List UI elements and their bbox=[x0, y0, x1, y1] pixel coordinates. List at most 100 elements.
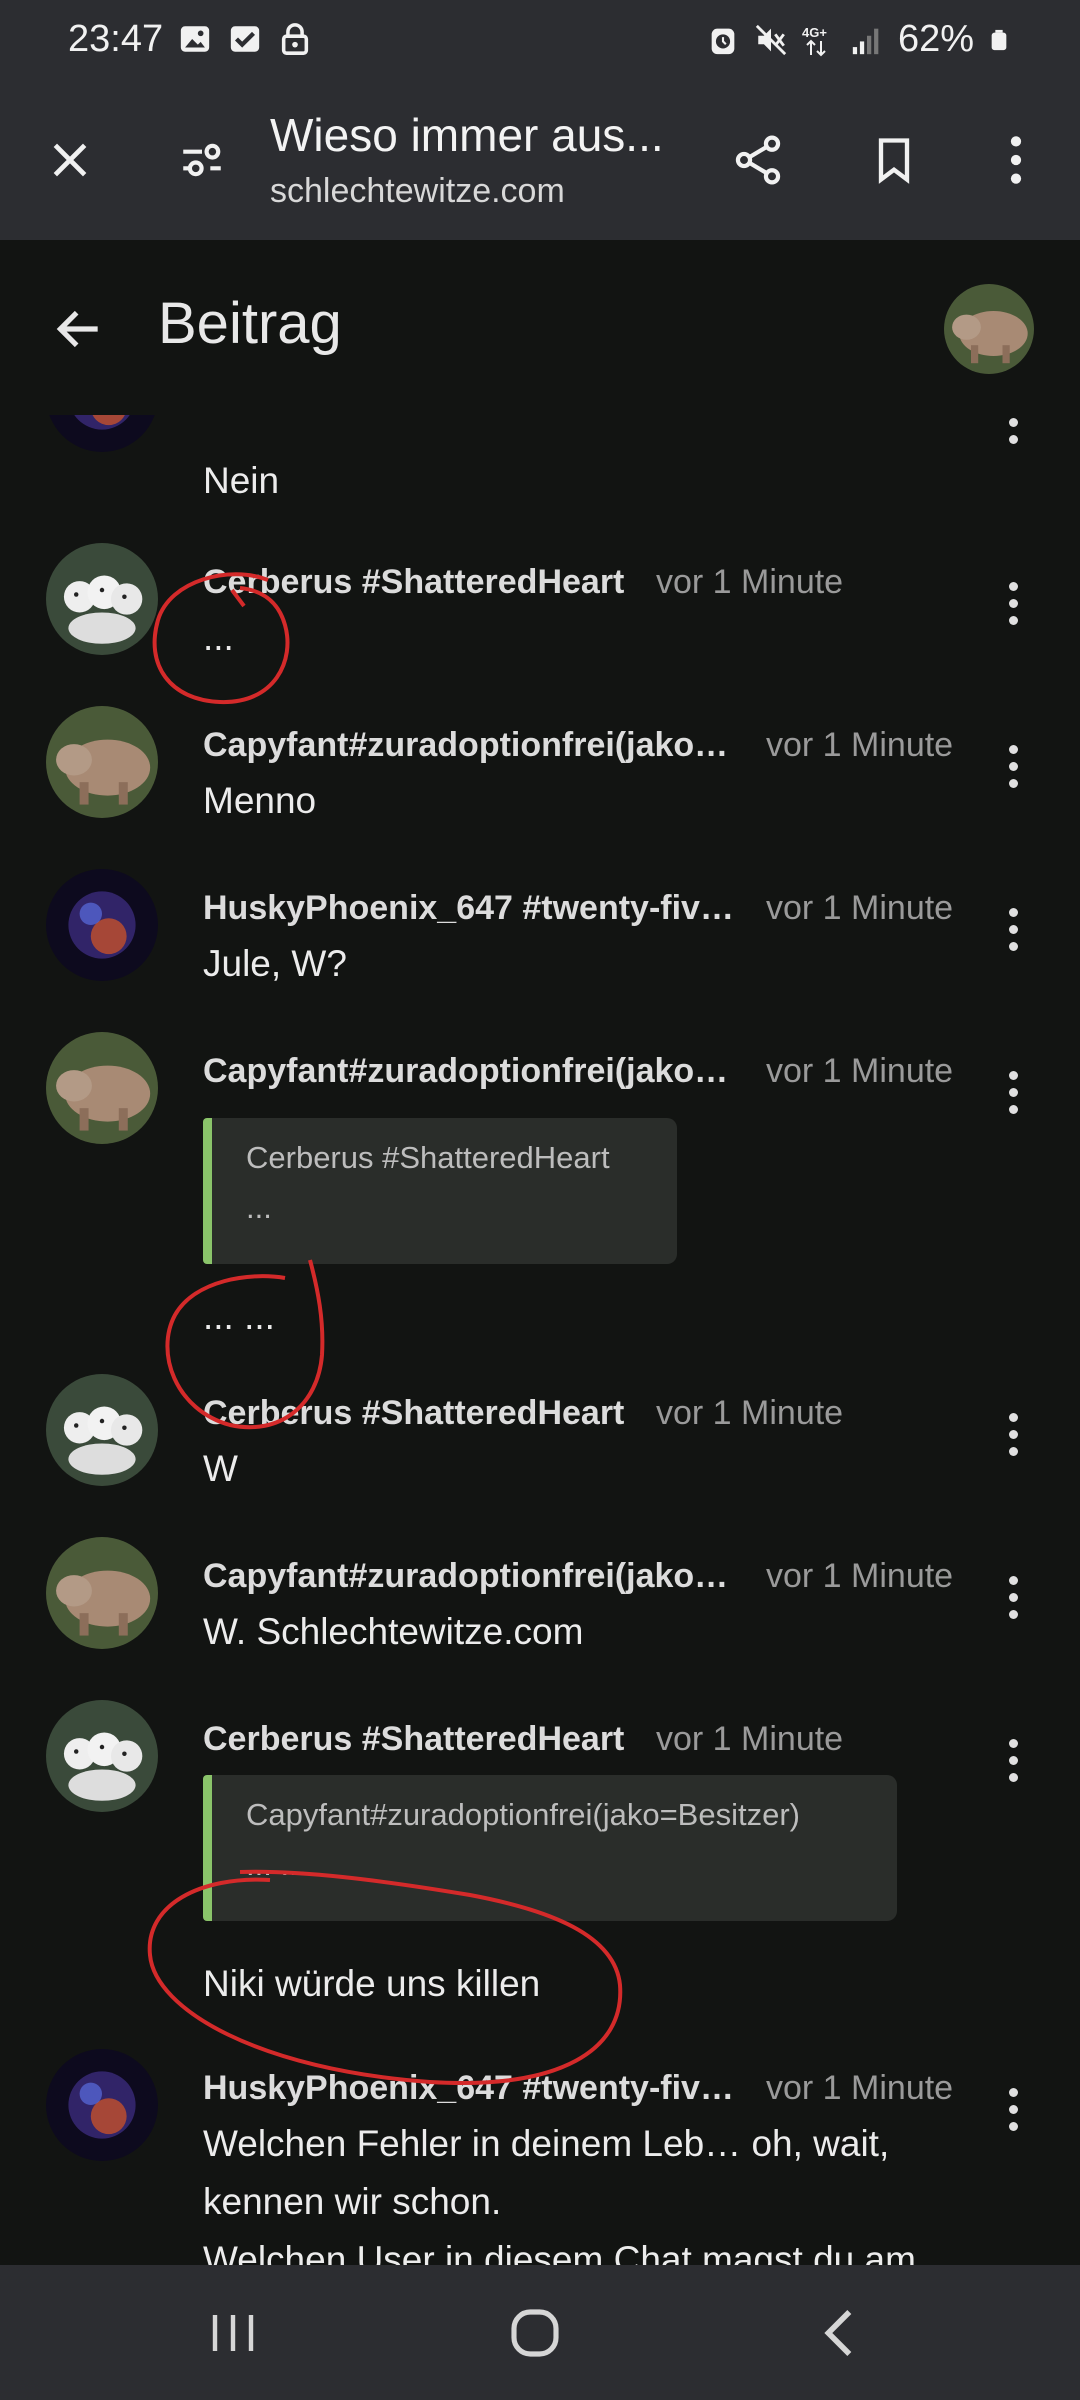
browser-menu-button[interactable] bbox=[980, 124, 1052, 196]
svg-text:4G+: 4G+ bbox=[802, 25, 827, 40]
avatar[interactable] bbox=[46, 2049, 158, 2161]
user-avatar[interactable] bbox=[944, 284, 1034, 374]
status-time: 23:47 bbox=[68, 18, 164, 60]
capybara-avatar-icon bbox=[46, 1032, 158, 1144]
close-button[interactable] bbox=[34, 124, 106, 196]
comment-author[interactable]: HuskyPhoenix_647 #twenty-fiv… bbox=[203, 2069, 734, 2108]
close-icon bbox=[53, 143, 87, 177]
back-button[interactable] bbox=[40, 290, 118, 368]
browser-url[interactable]: schlechtewitze.com bbox=[270, 172, 565, 211]
avatar[interactable] bbox=[46, 543, 158, 655]
puppies-avatar-icon bbox=[46, 1700, 158, 1812]
bookmark-button[interactable] bbox=[858, 124, 930, 196]
comment-time: vor 1 Minute bbox=[766, 726, 954, 764]
comment-text-line: Welchen Fehler in deinem Leb… oh, wait, bbox=[203, 2123, 890, 2164]
share-button[interactable] bbox=[722, 124, 794, 196]
network-4g-icon: 4G+ bbox=[802, 25, 827, 56]
avatar[interactable] bbox=[46, 869, 158, 981]
nebula-avatar-icon bbox=[46, 415, 158, 452]
comment-feed[interactable]: Nein Cerberus #ShatteredHeart vor 1 Minu… bbox=[0, 415, 1080, 2265]
nebula-avatar-icon bbox=[46, 2049, 158, 2161]
comment-menu-button[interactable] bbox=[996, 1404, 1030, 1464]
capybara-avatar-icon bbox=[944, 284, 1034, 374]
mute-icon bbox=[755, 24, 787, 55]
comment-menu-button[interactable] bbox=[996, 415, 1030, 452]
avatar[interactable] bbox=[46, 1700, 158, 1812]
system-navigation-bar bbox=[0, 2265, 1080, 2400]
comment-text: ... bbox=[203, 617, 234, 658]
arrow-back-icon bbox=[56, 310, 98, 348]
quoted-comment[interactable]: Cerberus #ShatteredHeart ... bbox=[203, 1118, 677, 1264]
comment-text-line: Welchen User in diesem Chat magst du am bbox=[203, 2239, 916, 2265]
comment-text: W. Schlechtewitze.com bbox=[203, 1611, 584, 1652]
comment-text: Welchen Fehler in deinem Leb… oh, wait, … bbox=[203, 2115, 916, 2265]
quote-author: Capyfant#zuradoptionfrei(jako=Besitzer) bbox=[246, 1797, 800, 1832]
capybara-avatar-icon bbox=[46, 706, 158, 818]
comment-author[interactable]: Capyfant#zuradoptionfrei(jako… bbox=[203, 1557, 728, 1596]
comment-time: vor 1 Minute bbox=[766, 1557, 954, 1595]
page-title: Beitrag bbox=[158, 291, 342, 356]
battery-icon bbox=[991, 29, 1007, 50]
browser-page-title: Wieso immer aus... bbox=[270, 109, 664, 161]
comment-time: vor 1 Minute bbox=[766, 889, 954, 927]
signal-icon bbox=[852, 28, 879, 54]
avatar[interactable] bbox=[46, 415, 158, 452]
avatar[interactable] bbox=[46, 1537, 158, 1649]
quote-text: ... ... bbox=[246, 1847, 307, 1882]
avatar[interactable] bbox=[46, 1374, 158, 1486]
comment-author[interactable]: Capyfant#zuradoptionfrei(jako… bbox=[203, 1052, 728, 1091]
nebula-avatar-icon bbox=[46, 869, 158, 981]
home-button[interactable] bbox=[490, 2295, 580, 2371]
bookmark-icon bbox=[878, 138, 910, 184]
comment-text: Nein bbox=[203, 460, 280, 501]
capybara-avatar-icon bbox=[46, 1537, 158, 1649]
comment-time: vor 1 Minute bbox=[656, 1394, 844, 1432]
comment-author[interactable]: Cerberus #ShatteredHeart bbox=[203, 1394, 624, 1433]
quote-text: ... bbox=[246, 1190, 272, 1225]
comment-text: Jule, W? bbox=[203, 943, 347, 984]
comment-time: vor 1 Minute bbox=[766, 2069, 954, 2107]
recent-apps-icon bbox=[212, 2315, 254, 2351]
comment-menu-button[interactable] bbox=[996, 899, 1030, 959]
home-icon bbox=[511, 2309, 559, 2357]
page-header: Beitrag bbox=[0, 240, 1080, 415]
alarm-icon bbox=[711, 28, 735, 54]
comment-text-line: kennen wir schon. bbox=[203, 2181, 502, 2222]
status-bar: 23:47 4G+ 62% bbox=[0, 0, 1080, 80]
avatar[interactable] bbox=[46, 1032, 158, 1144]
comment-menu-button[interactable] bbox=[996, 2079, 1030, 2139]
quoted-comment[interactable]: Capyfant#zuradoptionfrei(jako=Besitzer) … bbox=[203, 1775, 897, 1921]
comment-time: vor 1 Minute bbox=[656, 1720, 844, 1758]
comment-author[interactable]: Cerberus #ShatteredHeart bbox=[203, 563, 624, 602]
check-box-icon bbox=[230, 26, 260, 52]
comment-menu-button[interactable] bbox=[996, 1062, 1030, 1122]
comment-time: vor 1 Minute bbox=[766, 1052, 954, 1090]
quote-author: Cerberus #ShatteredHeart bbox=[246, 1140, 610, 1175]
avatar[interactable] bbox=[46, 706, 158, 818]
comment-text: ... ... bbox=[203, 1296, 275, 1337]
comment-text: Niki würde uns killen bbox=[203, 1963, 541, 2004]
comment-menu-button[interactable] bbox=[996, 573, 1030, 633]
comment-author[interactable]: Capyfant#zuradoptionfrei(jako… bbox=[203, 726, 728, 765]
page-settings-button[interactable] bbox=[166, 124, 238, 196]
back-nav-button[interactable] bbox=[795, 2295, 885, 2371]
share-icon bbox=[735, 135, 781, 185]
more-vert-icon bbox=[1010, 136, 1022, 184]
comment-text: Menno bbox=[203, 780, 317, 821]
comment-time: vor 1 Minute bbox=[656, 563, 844, 601]
comment-menu-button[interactable] bbox=[996, 736, 1030, 796]
lock-icon bbox=[281, 23, 309, 55]
browser-toolbar: Wieso immer aus... schlechtewitze.com bbox=[0, 80, 1080, 240]
puppies-avatar-icon bbox=[46, 1374, 158, 1486]
comment-menu-button[interactable] bbox=[996, 1567, 1030, 1627]
tune-icon bbox=[183, 143, 221, 177]
comment-menu-button[interactable] bbox=[996, 1730, 1030, 1790]
chevron-left-icon bbox=[824, 2310, 852, 2356]
battery-percent: 62% bbox=[897, 18, 974, 60]
puppies-avatar-icon bbox=[46, 543, 158, 655]
comment-author[interactable]: Cerberus #ShatteredHeart bbox=[203, 1720, 624, 1759]
recent-apps-button[interactable] bbox=[188, 2295, 278, 2371]
image-icon bbox=[180, 26, 210, 52]
comment-author[interactable]: HuskyPhoenix_647 #twenty-fiv… bbox=[203, 889, 734, 928]
comment-text: W bbox=[203, 1448, 238, 1489]
